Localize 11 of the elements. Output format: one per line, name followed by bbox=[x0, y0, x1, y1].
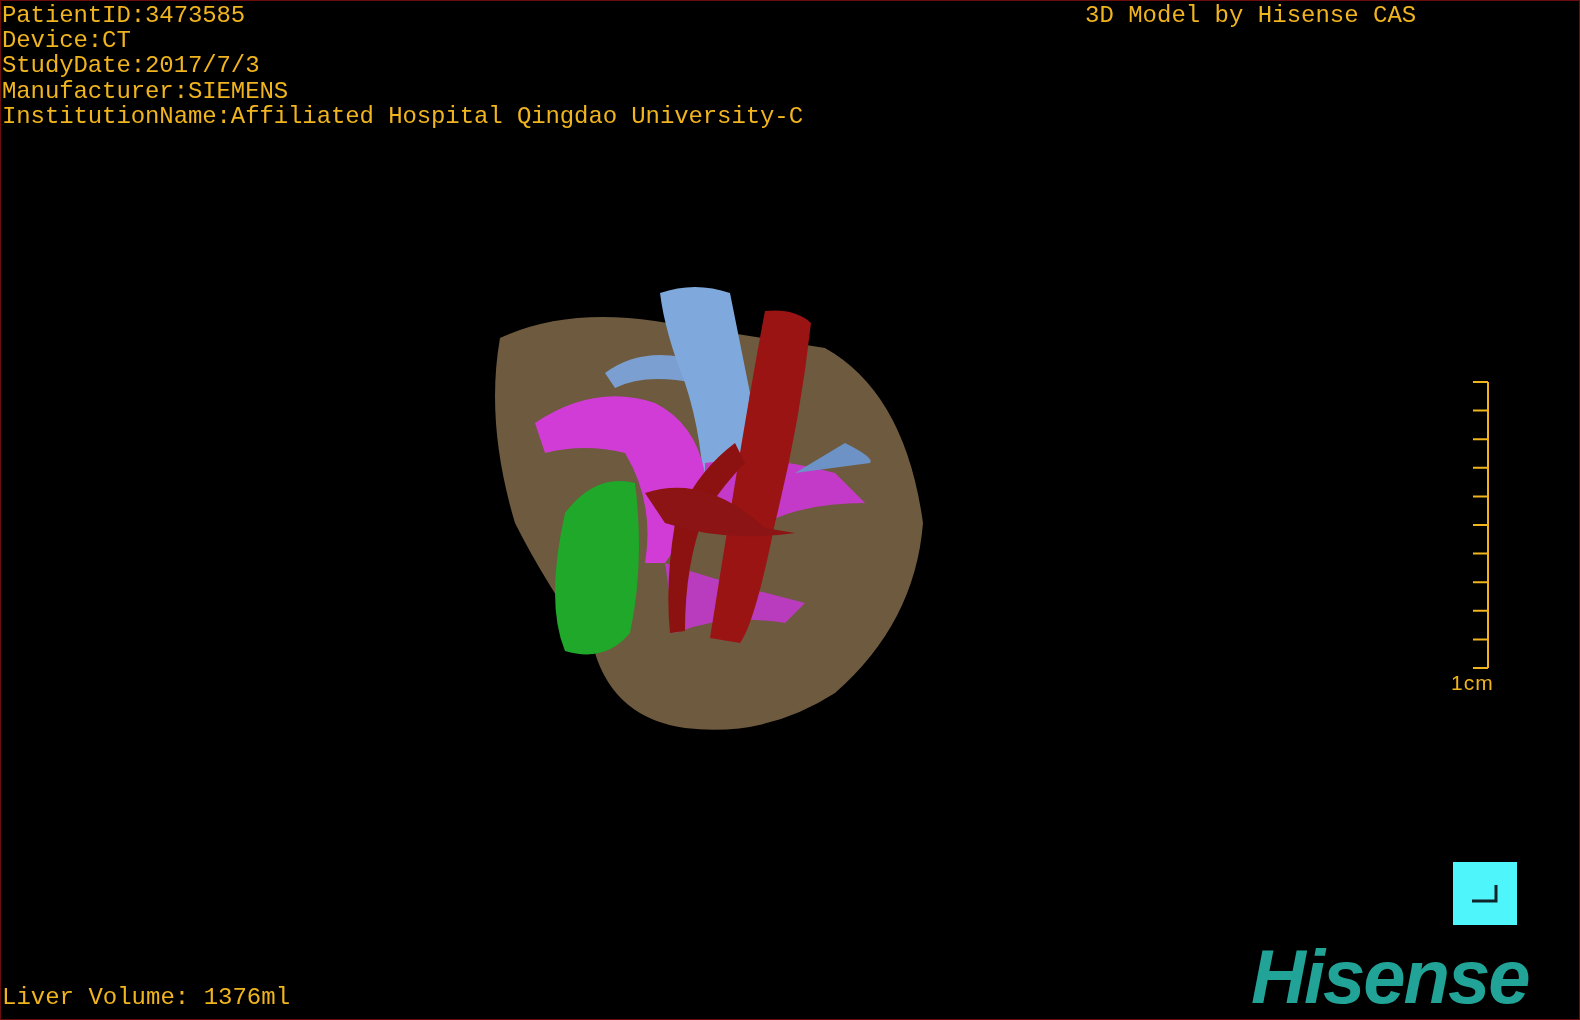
scale-label: 1cm bbox=[1451, 671, 1494, 695]
study-info-text: Manufacturer:SIEMENS bbox=[2, 78, 289, 104]
study-info-text: InstitutionName:Affiliated Hospital Qingdao University-C bbox=[2, 103, 803, 129]
study-info-text: PatientID:3473585 bbox=[2, 3, 246, 29]
logo-text: Hisense bbox=[1251, 939, 1529, 1015]
corner-icon bbox=[1472, 884, 1498, 903]
study-info-text: Device:CT bbox=[2, 28, 131, 54]
view-toggle-button[interactable] bbox=[1453, 862, 1517, 925]
model-credit-text: 3D Model by Hisense CAS bbox=[1085, 3, 1417, 28]
study-info-text: StudyDate:2017/7/3 bbox=[2, 53, 260, 79]
liver-volume-text: Liver Volume: 1376ml bbox=[2, 985, 291, 1010]
